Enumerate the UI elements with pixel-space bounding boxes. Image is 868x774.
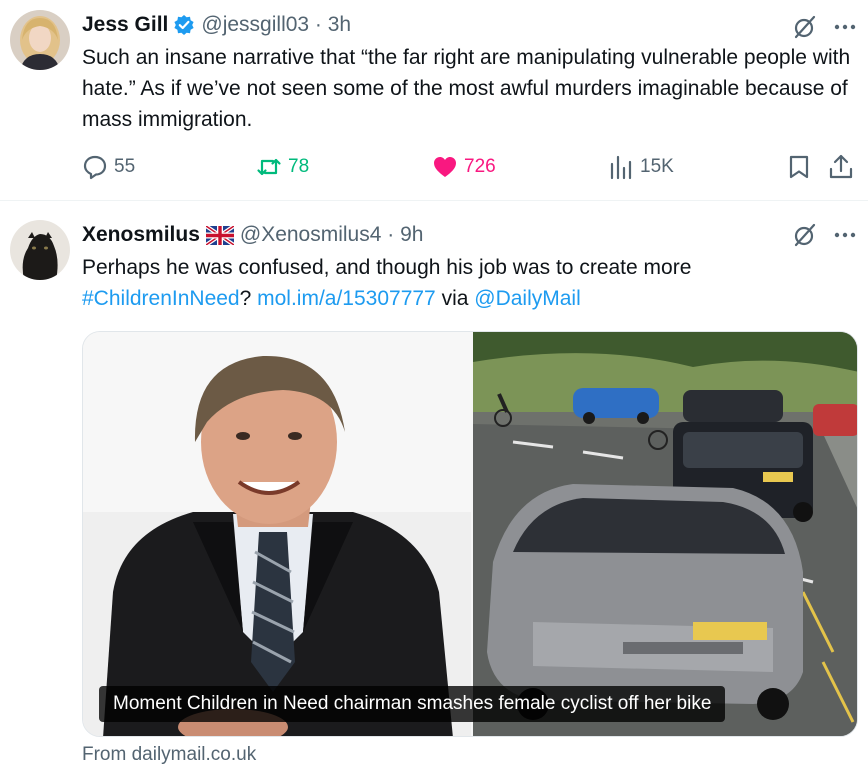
grok-icon[interactable] xyxy=(792,222,818,248)
tweet-header: Jess Gill @jessgill03 · 3h xyxy=(82,10,351,40)
reply-icon xyxy=(83,155,107,180)
tweet-jess-gill[interactable]: Jess Gill @jessgill03 · 3h Such an insan… xyxy=(0,0,868,200)
tweet-header: Xenosmilus @Xenosmilus4 · 9h xyxy=(82,220,423,250)
author-name[interactable]: Xenosmilus xyxy=(82,223,200,247)
retweet-icon xyxy=(257,158,281,176)
retweet-button[interactable]: 78 xyxy=(256,152,309,182)
tweet-text: Such an insane narrative that “the far r… xyxy=(82,46,851,131)
hashtag-link[interactable]: #ChildrenInNeed xyxy=(82,287,240,310)
bookmark-button[interactable] xyxy=(786,152,818,182)
verified-badge-icon xyxy=(173,14,195,36)
more-icon[interactable] xyxy=(832,222,858,248)
url-link[interactable]: mol.im/a/15307777 xyxy=(257,287,436,310)
link-source[interactable]: From dailymail.co.uk xyxy=(82,744,256,766)
media-caption: Moment Children in Need chairman smashes… xyxy=(99,686,726,722)
text-part: Perhaps he was confused, and though his … xyxy=(82,256,692,279)
bookmark-icon xyxy=(789,155,809,179)
author-handle[interactable]: @Xenosmilus4 · 9h xyxy=(240,223,424,247)
dashcam-photo xyxy=(473,332,857,736)
reply-count: 55 xyxy=(114,156,136,177)
uk-flag-icon xyxy=(204,223,235,247)
text-part: via xyxy=(435,287,475,310)
mention-link[interactable]: @DailyMail xyxy=(474,287,581,310)
grok-icon[interactable] xyxy=(792,14,818,40)
heart-icon xyxy=(434,157,456,177)
share-icon xyxy=(829,154,853,179)
avatar[interactable] xyxy=(10,220,70,280)
retweet-count: 78 xyxy=(288,156,310,177)
text-part: ? xyxy=(239,287,258,310)
tweet-actions: 55 78 726 15K xyxy=(82,152,862,182)
like-button[interactable]: 726 xyxy=(432,152,496,182)
views-icon xyxy=(610,155,632,180)
tweet-xenosmilus[interactable]: Xenosmilus @Xenosmilus4 · 9h Perhaps he … xyxy=(0,201,868,774)
like-count: 726 xyxy=(464,156,496,177)
share-button[interactable] xyxy=(828,152,860,182)
link-card-media[interactable]: Moment Children in Need chairman smashes… xyxy=(82,331,858,737)
views-button[interactable]: 15K xyxy=(608,152,674,182)
author-name[interactable]: Jess Gill xyxy=(82,13,168,37)
chairman-photo xyxy=(83,332,471,736)
tweet-text: Perhaps he was confused, and though his … xyxy=(82,252,852,314)
reply-button[interactable]: 55 xyxy=(82,152,135,182)
more-icon[interactable] xyxy=(832,14,858,40)
author-handle[interactable]: @jessgill03 · 3h xyxy=(201,13,351,37)
avatar[interactable] xyxy=(10,10,70,70)
views-count: 15K xyxy=(640,156,674,177)
